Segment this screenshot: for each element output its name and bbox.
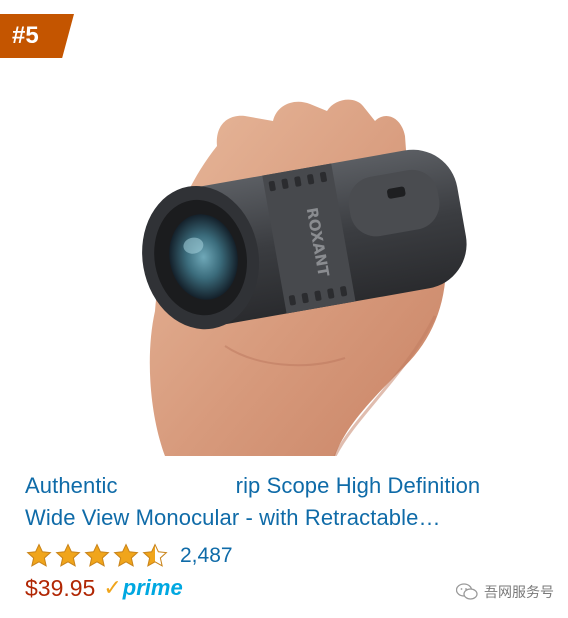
wechat-icon — [456, 583, 478, 600]
product-image[interactable]: ROXANT — [105, 96, 475, 456]
star-rating[interactable] — [25, 542, 169, 570]
product-title-line-1[interactable]: Authentic rip Scope High Definition — [25, 470, 545, 502]
prime-check-icon: ✓ — [103, 575, 122, 600]
star-full-icon — [26, 543, 52, 567]
review-count[interactable]: 2,487 — [180, 544, 233, 568]
star-full-icon — [84, 543, 110, 567]
watermark: 吾网服务号 — [456, 582, 554, 602]
price-row: $39.95 ✓ prime — [25, 573, 183, 603]
rank-label: #5 — [12, 22, 39, 49]
prime-badge: ✓ prime — [103, 575, 182, 601]
star-half-icon — [142, 543, 168, 567]
product-title[interactable]: Authentic rip Scope High Definition Wide … — [25, 470, 545, 534]
rating-row[interactable]: 2,487 — [25, 541, 233, 571]
product-price: $39.95 — [25, 574, 96, 601]
prime-label: prime — [122, 575, 183, 600]
product-card: #5 ROXANT Authentic rip Scope High Defin… — [0, 0, 568, 618]
star-full-icon — [113, 543, 139, 567]
watermark-text: 吾网服务号 — [484, 584, 554, 600]
star-full-icon — [55, 543, 81, 567]
rank-badge: #5 — [0, 14, 74, 58]
product-title-line-2[interactable]: Wide View Monocular - with Retractable… — [25, 502, 545, 534]
